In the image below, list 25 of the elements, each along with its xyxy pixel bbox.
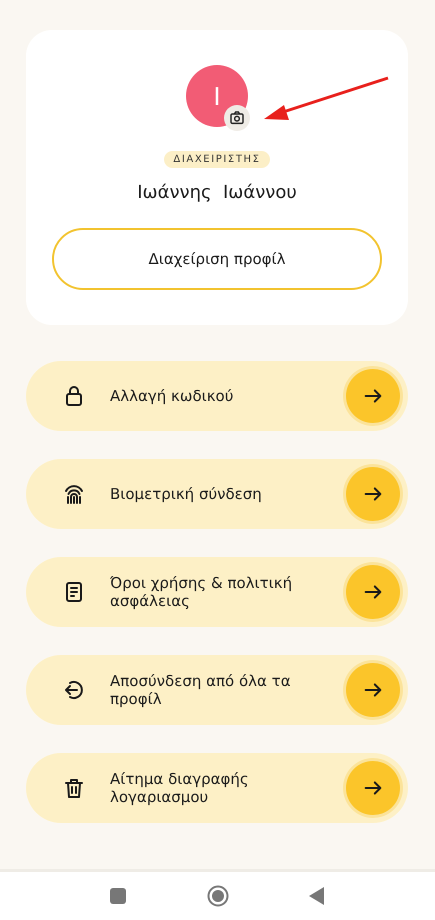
arrow-button[interactable] bbox=[346, 761, 400, 815]
home-icon[interactable] bbox=[206, 885, 228, 907]
menu-label: Βιομετρική σύνδεση bbox=[110, 485, 263, 503]
manage-profile-button[interactable]: Διαχείριση προφίλ bbox=[52, 228, 382, 290]
recents-icon[interactable] bbox=[110, 888, 126, 904]
arrow-button[interactable] bbox=[346, 467, 400, 521]
arrow-button[interactable] bbox=[346, 369, 400, 423]
menu-item[interactable]: Όροι χρήσης & πολιτική ασφάλειας bbox=[26, 557, 408, 627]
arrow-button[interactable] bbox=[346, 663, 400, 717]
arrow-button[interactable] bbox=[346, 565, 400, 619]
menu-item[interactable]: Αποσύνδεση από όλα τα προφίλ bbox=[26, 655, 408, 725]
trash-icon bbox=[62, 776, 86, 800]
menu-label: Αλλαγή κωδικού bbox=[110, 387, 234, 405]
menu-label: Όροι χρήσης & πολιτική ασφάλειας bbox=[110, 574, 294, 610]
menu-item[interactable]: Αίτημα διαγραφής λογαριασμου bbox=[26, 753, 408, 823]
user-name: Ιωάννης Ιωάννου bbox=[137, 182, 297, 203]
back-icon[interactable] bbox=[309, 887, 324, 905]
role-badge: ΔΙΑΧΕΙΡΙΣΤΗΣ bbox=[164, 151, 270, 168]
fingerprint-icon bbox=[62, 482, 86, 506]
menu-item[interactable]: Βιομετρική σύνδεση bbox=[26, 459, 408, 529]
camera-icon[interactable] bbox=[224, 105, 250, 131]
menu-label: Αίτημα διαγραφής λογαριασμου bbox=[110, 770, 250, 806]
menu-item[interactable]: Αλλαγή κωδικού bbox=[26, 361, 408, 431]
menu-label: Αποσύνδεση από όλα τα προφίλ bbox=[110, 672, 292, 708]
logout-icon bbox=[62, 678, 86, 702]
